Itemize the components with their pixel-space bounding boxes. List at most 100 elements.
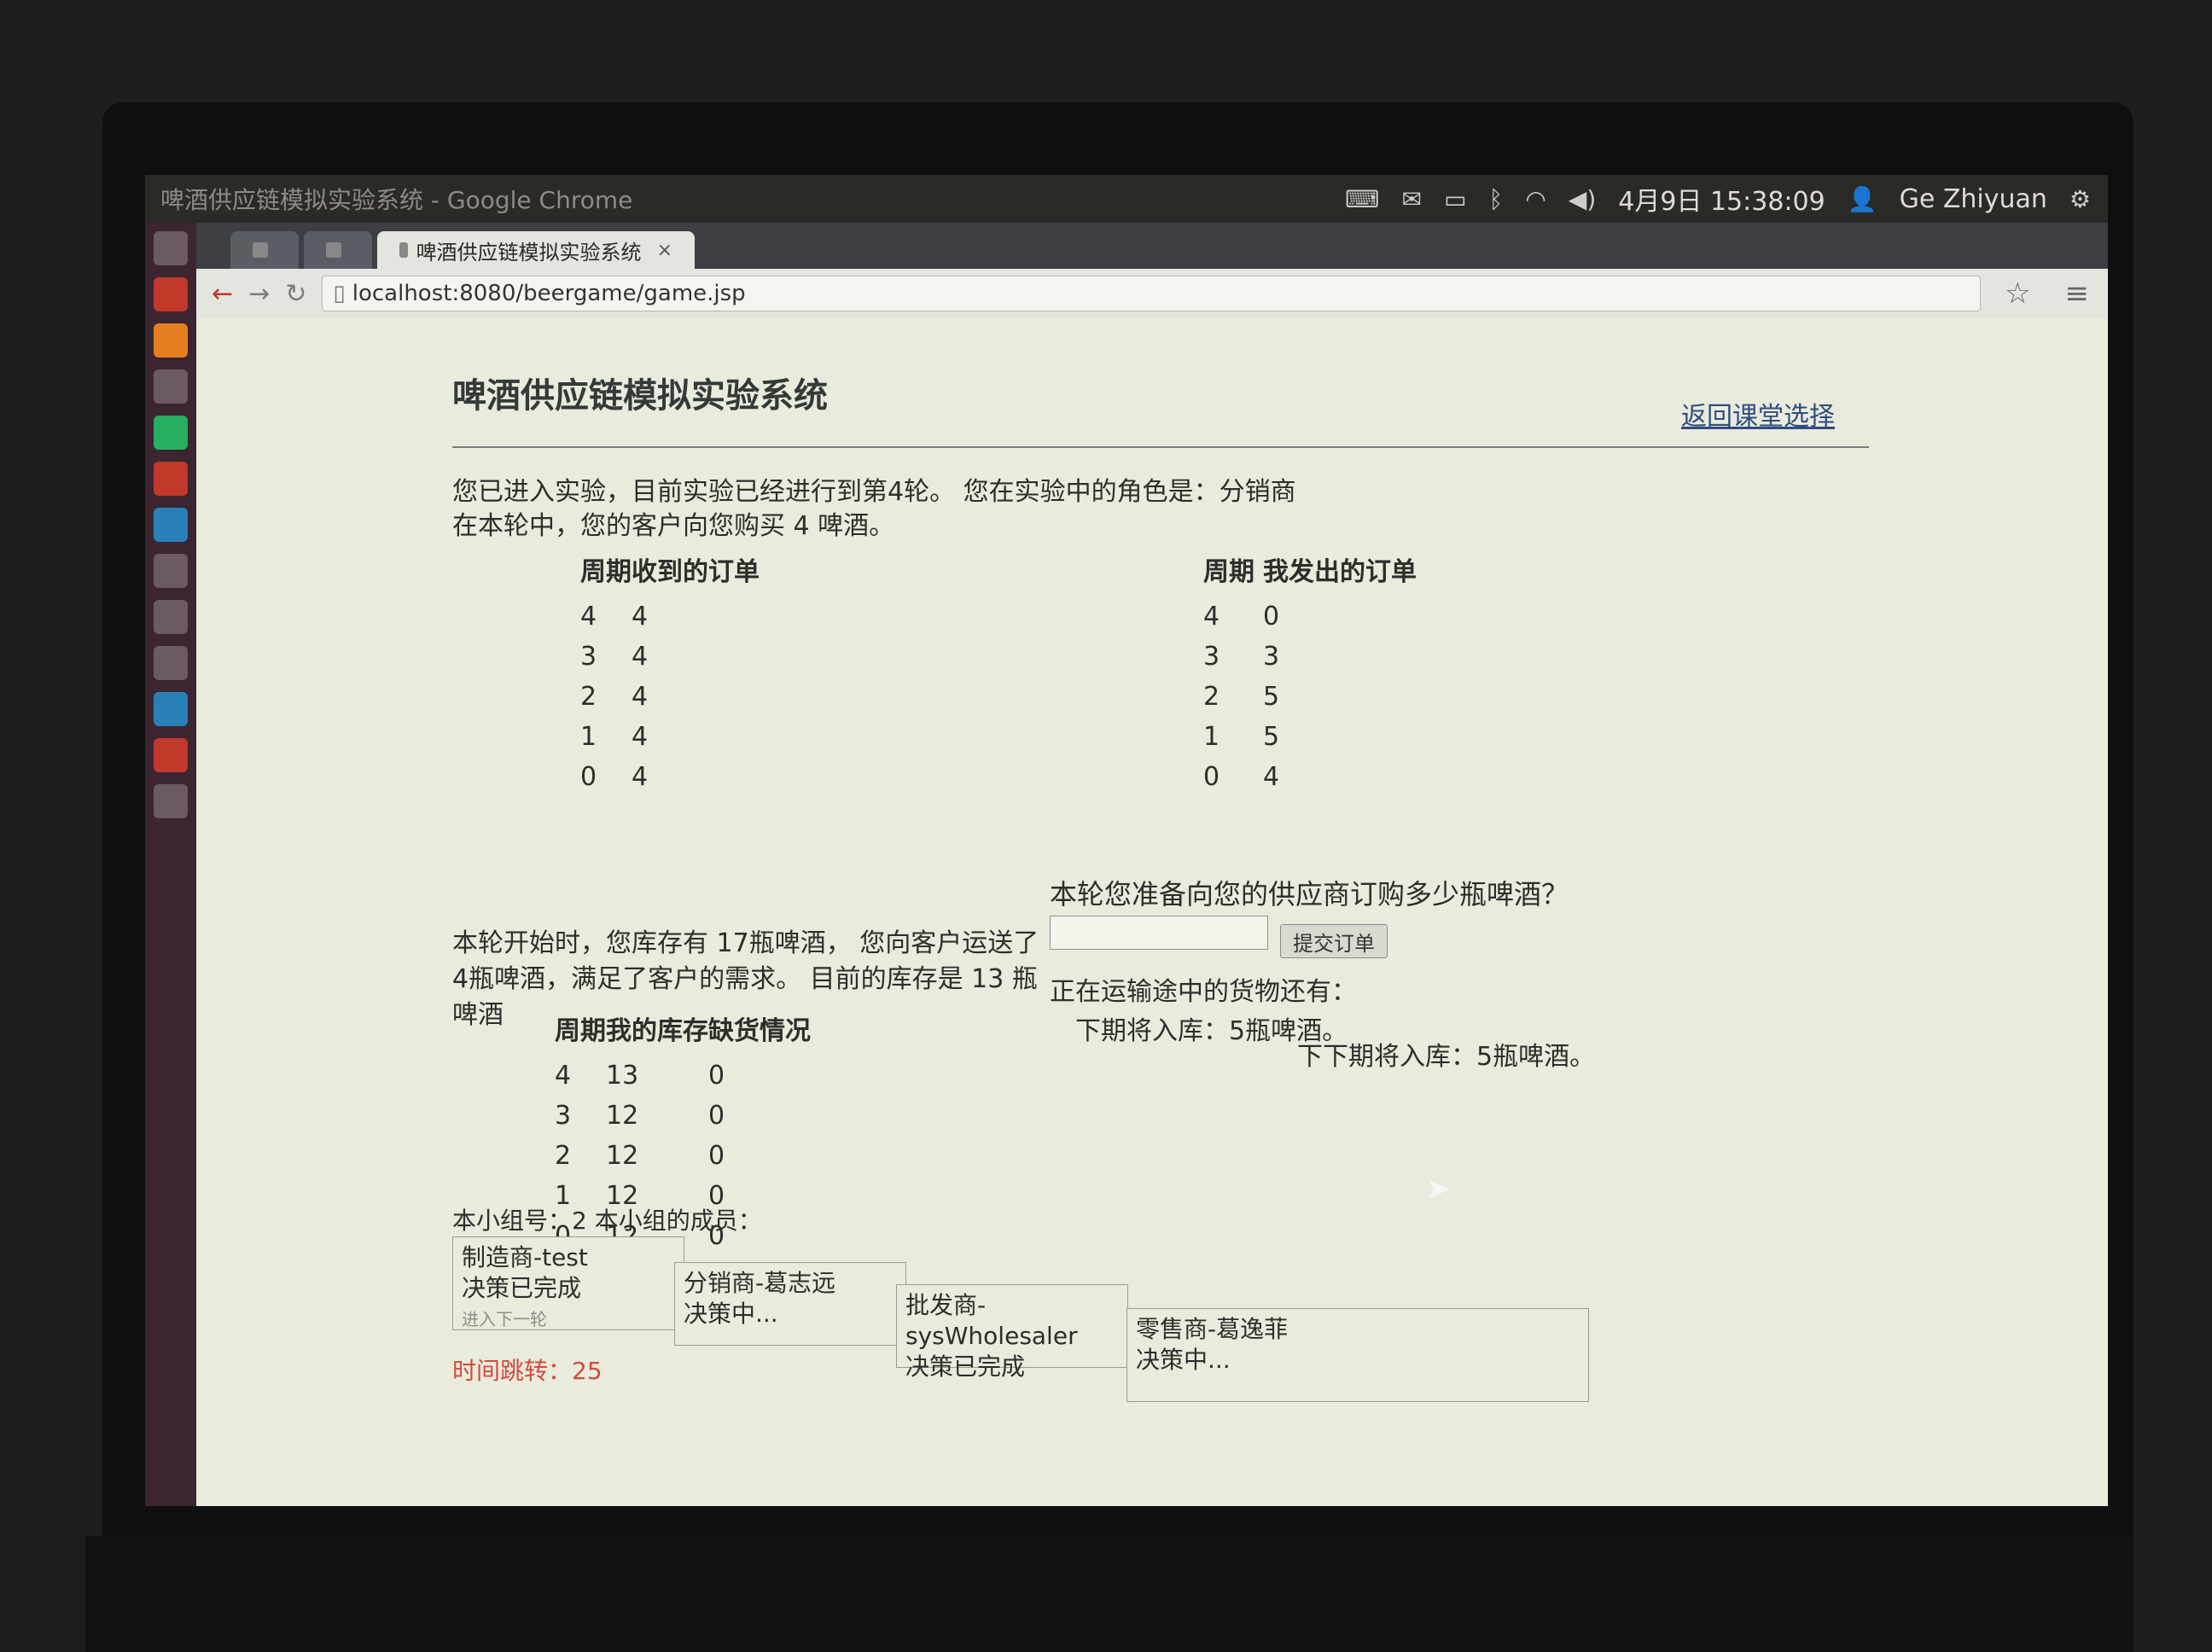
keyboard-icon[interactable]: ⌨ (1345, 185, 1379, 213)
member-card-wholesaler: 批发商-sysWholesaler 决策已完成 (896, 1284, 1128, 1381)
launcher-app-icon[interactable] (154, 277, 188, 311)
screen: 啤酒供应链模拟实验系统 - Google Chrome ⌨ ✉ ▭ ᛒ ◠ ◀)… (145, 175, 2108, 1506)
browser-toolbar: ← → ↻ ▯ localhost:8080/beergame/game.jsp… (196, 269, 2108, 319)
launcher-app-icon[interactable] (154, 554, 188, 588)
table-row: 25 (1203, 677, 1417, 717)
firefox-icon[interactable] (154, 323, 188, 358)
table-row: 3 12 0 (555, 1096, 811, 1136)
period-cell: 4 (555, 1061, 572, 1091)
page-title: 啤酒供应链模拟实验系统 (452, 376, 828, 416)
page-content: 啤酒供应链模拟实验系统 返回课堂选择 您已进入实验，目前实验已经进行到第4轮。 … (196, 318, 2108, 1506)
chrome-icon[interactable] (154, 462, 188, 496)
table-row: 15 (1203, 717, 1417, 757)
backlog-cell: 0 (708, 1101, 725, 1131)
group-info: 本小组号：2 本小组的成员： (452, 1207, 762, 1235)
table-row: 2 12 0 (555, 1136, 811, 1176)
col-header-orders-received: 收到的订单 (632, 557, 760, 587)
inventory-cell: 13 (606, 1061, 639, 1091)
member-name: 制造商-test (462, 1243, 588, 1271)
table-row: 04 (1203, 757, 1417, 797)
tab-strip: 啤酒供应链模拟实验系统 × (196, 223, 2108, 269)
member-name: 分销商-葛志远 (684, 1269, 836, 1297)
launcher-app-icon[interactable] (154, 738, 188, 772)
table-header-row: 周期 我发出的订单 (1203, 549, 1417, 596)
period-cell: 3 (580, 642, 597, 672)
period-cell: 2 (580, 682, 597, 712)
orders-sent-table: 周期 我发出的订单 40 33 25 15 04 (1203, 549, 1417, 797)
value-cell: 4 (632, 682, 649, 712)
launcher-app-icon[interactable] (154, 646, 188, 680)
submit-order-button[interactable]: 提交订单 (1280, 924, 1388, 958)
period-cell: 2 (555, 1141, 572, 1171)
next-round-button[interactable]: 进入下一轮 (462, 1304, 675, 1335)
order-quantity-input[interactable] (1050, 916, 1268, 950)
period-cell: 0 (580, 762, 597, 792)
browser-tab-active[interactable]: 啤酒供应链模拟实验系统 × (377, 231, 695, 269)
backlog-cell: 0 (708, 1061, 725, 1091)
table-header-row: 周期 收到的订单 (580, 549, 760, 596)
back-arrow-icon[interactable]: ← (212, 279, 233, 309)
launcher-app-icon[interactable] (154, 369, 188, 404)
period-cell: 4 (580, 602, 597, 631)
dash-icon[interactable] (154, 231, 188, 265)
period-cell: 3 (1203, 642, 1220, 672)
indicator-area: ⌨ ✉ ▭ ᛒ ◠ ◀) 4月9日 15:38:09 👤 Ge Zhiyuan … (1345, 180, 2108, 218)
user-name[interactable]: Ge Zhiyuan (1900, 184, 2047, 214)
reload-icon[interactable]: ↻ (285, 279, 306, 309)
table-row: 33 (1203, 637, 1417, 677)
wifi-icon[interactable]: ◠ (1525, 185, 1545, 213)
forward-arrow-icon[interactable]: → (248, 279, 270, 309)
address-bar[interactable]: ▯ localhost:8080/beergame/game.jsp (322, 276, 1982, 311)
period-cell: 3 (555, 1101, 572, 1131)
back-to-class-link[interactable]: 返回课堂选择 (1681, 395, 1835, 433)
period-cell: 2 (1203, 682, 1220, 712)
battery-icon[interactable]: ▭ (1444, 185, 1466, 213)
customer-demand-line: 在本轮中，您的客户向您购买 4 啤酒。 (452, 511, 895, 541)
member-status: 决策已完成 (462, 1274, 582, 1302)
col-header-period: 周期 (580, 557, 632, 587)
mail-icon[interactable]: ✉ (1402, 185, 1422, 213)
browser-tab[interactable] (304, 231, 372, 269)
clock[interactable]: 4月9日 15:38:09 (1618, 180, 1825, 218)
bluetooth-icon[interactable]: ᛒ (1489, 185, 1504, 213)
value-cell: 4 (632, 602, 649, 631)
chrome-menu-icon[interactable]: ≡ (2065, 276, 2090, 311)
value-cell: 4 (632, 642, 649, 672)
browser-tab[interactable] (230, 231, 299, 269)
member-status: 决策中... (684, 1300, 778, 1328)
member-name: 零售商-葛逸菲 (1136, 1315, 1289, 1343)
page-favicon-icon (253, 242, 268, 258)
bookmark-star-icon[interactable]: ☆ (2005, 276, 2030, 311)
countdown-timer: 时间跳转：25 (452, 1357, 602, 1385)
volume-icon[interactable]: ◀) (1569, 185, 1596, 213)
member-status: 决策已完成 (905, 1352, 1026, 1381)
value-cell: 5 (1263, 682, 1280, 712)
tab-label: 啤酒供应链模拟实验系统 (416, 240, 642, 265)
close-tab-icon[interactable]: × (657, 240, 672, 261)
value-cell: 0 (1263, 602, 1280, 631)
value-cell: 3 (1263, 642, 1280, 672)
launcher-app-icon[interactable] (154, 508, 188, 542)
launcher-app-icon[interactable] (154, 692, 188, 726)
member-card-distributor: 分销商-葛志远 决策中... (674, 1262, 906, 1346)
next-next-period-arrival: 下下期将入库：5瓶啤酒。 (1297, 1042, 1596, 1072)
col-header-inventory: 我的库存 (606, 1016, 708, 1046)
table-row: 44 (580, 596, 760, 637)
member-status: 决策中... (1136, 1346, 1231, 1374)
status-line: 您已进入实验，目前实验已经进行到第4轮。 您在实验中的角色是：分销商 (452, 477, 1296, 507)
gear-icon[interactable]: ⚙ (2069, 185, 2091, 213)
col-header-period: 周期 (1203, 557, 1254, 587)
period-cell: 0 (1203, 762, 1220, 792)
table-header-row: 周期 我的库存 缺货情况 (555, 1008, 811, 1056)
url-text: localhost:8080/beergame/game.jsp (352, 281, 746, 306)
in-transit-title: 正在运输途中的货物还有： (1050, 977, 1357, 1007)
table-row: 4 13 0 (555, 1056, 811, 1096)
launcher-app-icon[interactable] (154, 416, 188, 450)
window-title: 啤酒供应链模拟实验系统 - Google Chrome (160, 186, 633, 214)
terminal-icon[interactable] (154, 600, 188, 634)
trash-icon[interactable] (154, 784, 188, 818)
table-row: 34 (580, 637, 760, 677)
user-icon: 👤 (1847, 184, 1877, 213)
table-row: 14 (580, 717, 760, 757)
backlog-cell: 0 (708, 1141, 725, 1171)
